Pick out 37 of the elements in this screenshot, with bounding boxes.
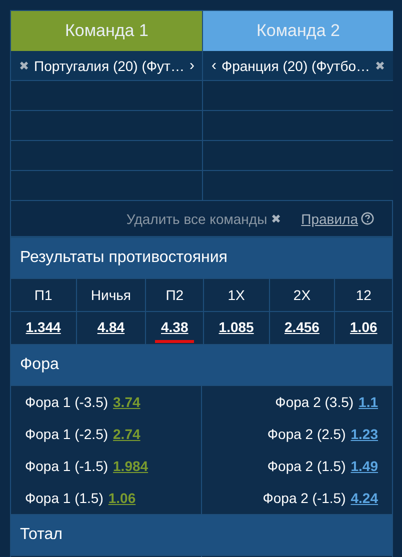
odds-link[interactable]: 1.49 [350, 458, 378, 474]
team-entry[interactable]: ✖ Португалия (20) (Фут… › [11, 51, 202, 81]
odds-link[interactable]: 3.74 [113, 394, 140, 410]
handicap-label: Фора 2 (3.5) [275, 394, 354, 410]
handicap-label: Фора 1 (-3.5) [25, 394, 108, 410]
remove-icon[interactable]: ✖ [271, 212, 282, 226]
team-entry[interactable]: ‹ Франция (20) (Футбо… ✖ [203, 51, 394, 81]
handicap-label: Фора 2 (2.5) [267, 426, 346, 442]
outcome-label: П1 [34, 287, 52, 303]
handicap-label: Фора 1 (-1.5) [25, 458, 108, 474]
remove-icon[interactable]: ✖ [19, 58, 29, 72]
handicap-label: Фора 2 (-1.5) [262, 490, 346, 506]
handicap-label: Фора 1 (1.5) [25, 490, 104, 506]
arrow-icon[interactable]: ‹ [211, 57, 216, 74]
outcome-label: П2 [166, 287, 184, 303]
team-name: Франция (20) (Футбо… [221, 58, 370, 74]
outcome-label: Ничья [90, 287, 132, 303]
handicap-label: Фора 1 (-2.5) [25, 426, 108, 442]
odds-link[interactable]: 1.23 [350, 426, 378, 442]
odds-link[interactable]: 1.984 [113, 458, 148, 474]
section-header: Тотал [11, 515, 392, 556]
odds-link[interactable]: 1.06 [108, 490, 136, 506]
team-name: Португалия (20) (Фут… [34, 58, 184, 74]
outcome-label: 2X [293, 287, 311, 303]
remove-icon[interactable]: ✖ [375, 58, 386, 72]
odds-link[interactable]: 1.1 [358, 394, 378, 410]
handicap-label: Фора 2 (1.5) [267, 458, 346, 474]
rules-link[interactable]: Правила [301, 210, 374, 226]
odds-link[interactable]: 2.74 [113, 426, 140, 442]
section-header: Фора [11, 345, 392, 386]
help-icon [361, 212, 374, 225]
section-header: Результаты противостояния [11, 238, 392, 279]
outcome-label: 1X [228, 287, 245, 303]
arrow-icon[interactable]: › [189, 57, 194, 74]
odds-link[interactable]: 4.24 [350, 490, 378, 506]
remove-all-link[interactable]: Удалить все команды [126, 210, 268, 226]
outcome-label: 12 [356, 287, 372, 303]
